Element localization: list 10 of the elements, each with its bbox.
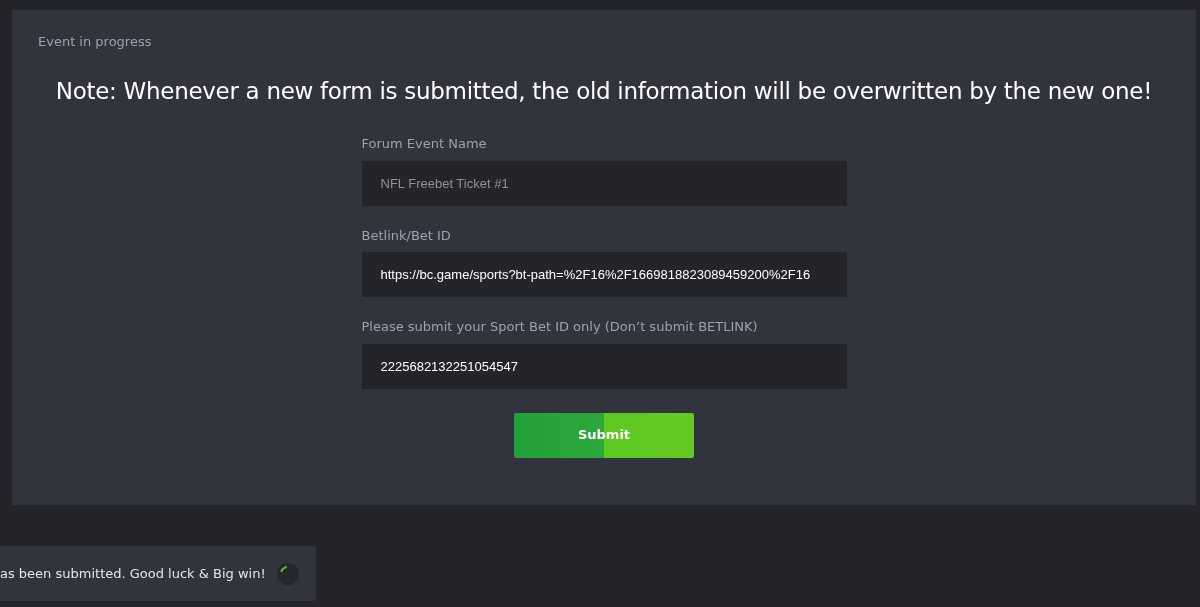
panel-title: Event in progress: [38, 33, 153, 51]
field-label: Forum Event Name: [361, 135, 488, 153]
input-field[interactable]: 2225682132251054547: [361, 343, 847, 389]
input-field[interactable]: NFL Freebet Ticket #1: [361, 160, 847, 206]
field-label: Please submit your Sport Bet ID only (Don’t submit BETLINK): [361, 318, 759, 336]
toast-message: as been submitted. Good luck & Big win!: [0, 564, 266, 583]
note-text: Note: Whenever a new form is submitted, the old information will be overwritten by the new one!: [54, 76, 1154, 106]
field-label: Betlink/Bet ID: [361, 226, 452, 245]
spinner-icon: [276, 561, 300, 586]
input-field[interactable]: https://bc.game/sports?bt-path=%2F16%2F1669818823089459200%2F16: [361, 252, 847, 297]
